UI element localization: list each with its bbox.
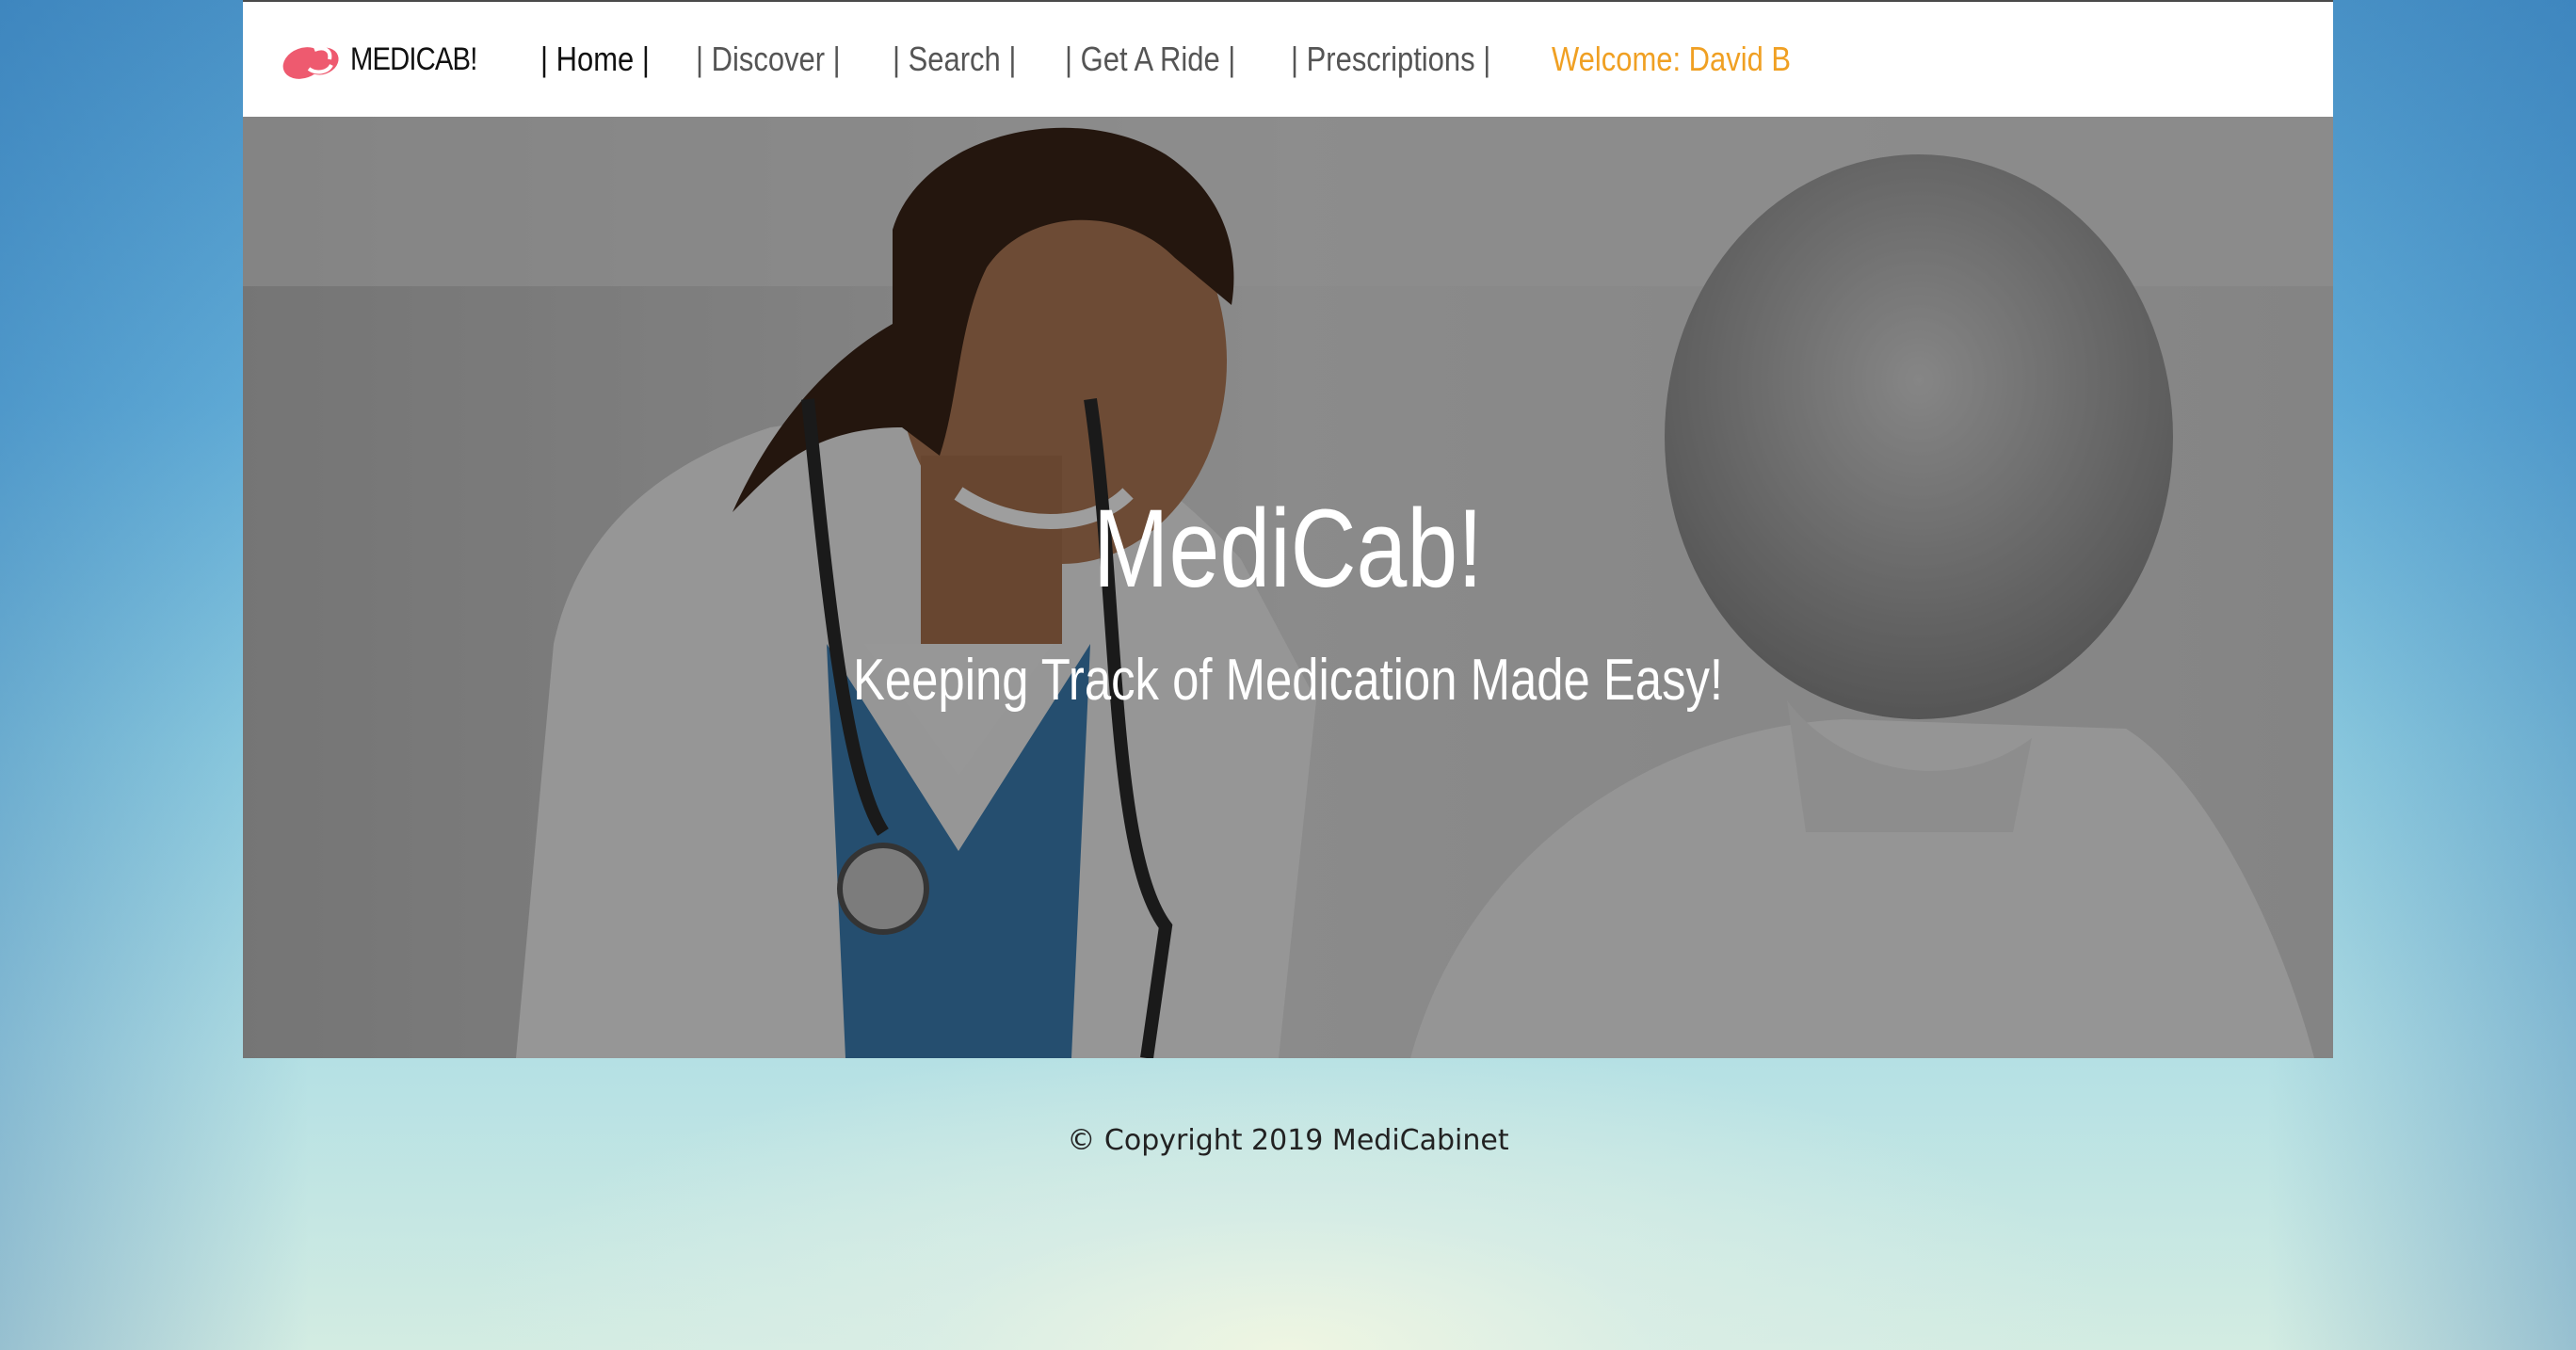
nav-home-link[interactable]: | Home |: [540, 40, 650, 79]
nav-discover-link[interactable]: | Discover |: [696, 40, 841, 79]
hero-banner: MediCab! Keeping Track of Medication Mad…: [243, 117, 2333, 1058]
nav-search-link[interactable]: | Search |: [893, 40, 1016, 79]
hero-title: MediCab!: [1092, 487, 1484, 611]
brand-link[interactable]: MEDICAB!: [281, 37, 497, 82]
nav-links: | Home | | Discover | | Search | | Get A…: [540, 40, 1858, 79]
pill-logo-icon: [282, 46, 339, 79]
nav-prescriptions-link[interactable]: | Prescriptions |: [1291, 40, 1490, 79]
hero-subtitle: Keeping Track of Medication Made Easy!: [852, 648, 1724, 713]
brand-name: MEDICAB!: [350, 40, 477, 77]
nav-get-a-ride-link[interactable]: | Get A Ride |: [1065, 40, 1235, 79]
footer: © Copyright 2019 MediCabinet: [243, 1058, 2333, 1157]
navbar: MEDICAB! | Home | | Discover | | Search …: [243, 0, 2333, 117]
hero-text: MediCab! Keeping Track of Medication Mad…: [243, 117, 2333, 1058]
welcome-user-link[interactable]: Welcome: David B: [1552, 40, 1791, 79]
page: MEDICAB! | Home | | Discover | | Search …: [243, 0, 2333, 1157]
copyright-text: © Copyright 2019 MediCabinet: [1067, 1124, 1509, 1157]
